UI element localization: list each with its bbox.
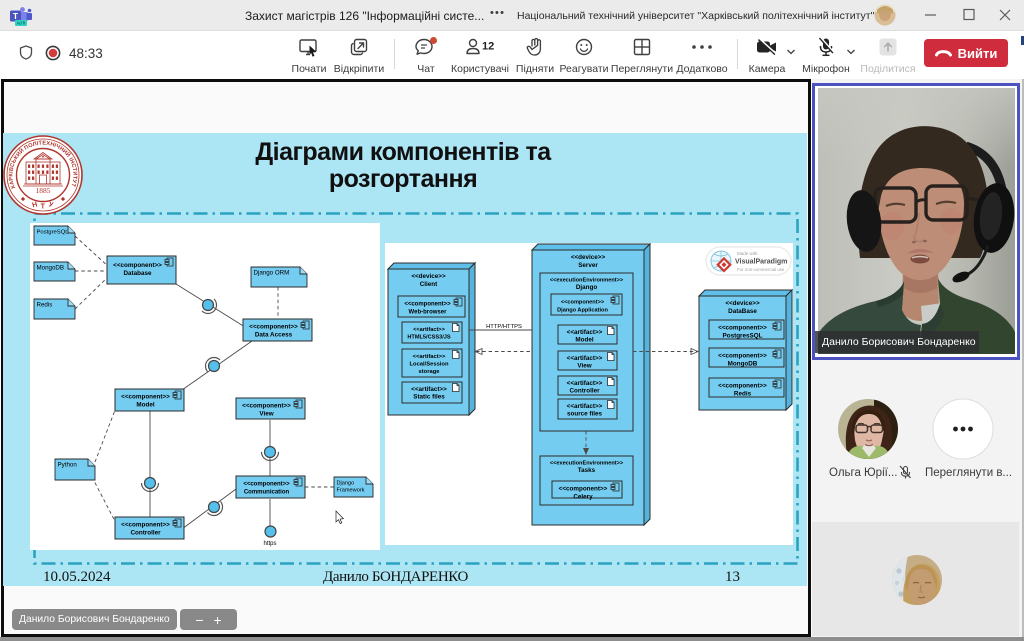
- svg-text:<<device>>: <<device>>: [411, 273, 446, 280]
- svg-text:Django: Django: [576, 284, 597, 291]
- svg-text:<<artifact>>: <<artifact>>: [567, 329, 603, 336]
- svg-text:T: T: [13, 11, 19, 21]
- svg-text:Model: Model: [575, 337, 593, 344]
- svg-text:Redis: Redis: [734, 391, 752, 398]
- svg-text:Web-browser: Web-browser: [409, 310, 448, 316]
- svg-text:Client: Client: [420, 281, 438, 288]
- svg-text:Ad fr: Ad fr: [17, 21, 26, 26]
- svg-text:12: 12: [482, 41, 494, 53]
- svg-text:https: https: [263, 541, 276, 547]
- svg-text:<<component>>: <<component>>: [404, 302, 451, 308]
- svg-text:HTML5/CSS3/JS: HTML5/CSS3/JS: [407, 335, 450, 341]
- svg-text:<<artifact>>: <<artifact>>: [567, 380, 603, 387]
- svg-text:Tasks: Tasks: [578, 467, 596, 474]
- svg-text:Database: Database: [123, 270, 151, 277]
- svg-text:HTTP/HTTPS: HTTP/HTTPS: [486, 324, 522, 330]
- svg-text:<<component>>: <<component>>: [113, 262, 162, 269]
- svg-text:source files: source files: [567, 411, 602, 418]
- svg-text:Static files: Static files: [413, 394, 445, 401]
- svg-text:storage: storage: [419, 369, 441, 375]
- svg-text:<<component>>: <<component>>: [249, 324, 298, 331]
- svg-text:MongoDB: MongoDB: [37, 265, 65, 272]
- svg-text:Framework: Framework: [337, 488, 365, 494]
- svg-text:<<artifact>>: <<artifact>>: [567, 355, 603, 362]
- svg-text:View: View: [259, 411, 273, 418]
- svg-text:<<artifact>>: <<artifact>>: [413, 327, 445, 333]
- svg-text:Django: Django: [337, 481, 355, 487]
- svg-text:<<executionEnvironment>>: <<executionEnvironment>>: [550, 461, 624, 467]
- svg-text:For non-commercial use: For non-commercial use: [737, 267, 785, 272]
- svg-text:<<component>>: <<component>>: [243, 482, 290, 488]
- svg-text:<<artifact>>: <<artifact>>: [567, 403, 603, 410]
- svg-text:<<component>>: <<component>>: [121, 522, 170, 529]
- svg-text:Python: Python: [58, 462, 78, 469]
- svg-text:Т: Т: [41, 204, 46, 211]
- svg-text:Data Access: Data Access: [255, 332, 293, 339]
- svg-text:<<device>>: <<device>>: [725, 300, 760, 307]
- svg-text:PostgresSQL: PostgresSQL: [723, 333, 763, 340]
- svg-text:<<component>>: <<component>>: [561, 300, 605, 306]
- svg-text:Django Application: Django Application: [557, 308, 608, 314]
- svg-text:Local/Session: Local/Session: [410, 362, 449, 368]
- svg-text:Server: Server: [578, 262, 598, 269]
- svg-text:Celery: Celery: [573, 494, 593, 501]
- svg-text:Controller: Controller: [130, 530, 161, 537]
- svg-text:<<executionEnvironment>>: <<executionEnvironment>>: [550, 278, 624, 284]
- svg-text:<<device>>: <<device>>: [571, 254, 606, 261]
- svg-text:<<artifact>>: <<artifact>>: [413, 354, 446, 360]
- svg-text:<<component>>: <<component>>: [718, 353, 767, 360]
- svg-text:<<artifact>>: <<artifact>>: [411, 386, 447, 393]
- svg-text:Made with: Made with: [737, 251, 758, 256]
- svg-text:VisualParadigm: VisualParadigm: [735, 259, 787, 266]
- svg-text:MongoDB: MongoDB: [728, 361, 758, 368]
- svg-text:PostgreSQL: PostgreSQL: [37, 230, 70, 236]
- svg-text:<<component>>: <<component>>: [718, 325, 767, 332]
- svg-text:Controller: Controller: [569, 388, 600, 395]
- svg-text:<<component>>: <<component>>: [242, 403, 291, 410]
- svg-text:Communication: Communication: [244, 490, 290, 496]
- svg-text:<<component>>: <<component>>: [718, 383, 767, 390]
- svg-text:Redis: Redis: [37, 302, 53, 309]
- svg-text:<<component>>: <<component>>: [559, 486, 608, 493]
- svg-text:DataBase: DataBase: [728, 308, 757, 315]
- svg-text:View: View: [577, 363, 591, 370]
- svg-text:Django ORM: Django ORM: [254, 270, 290, 277]
- svg-text:<<component>>: <<component>>: [121, 394, 170, 401]
- svg-text:Model: Model: [136, 402, 154, 409]
- svg-text:1885: 1885: [36, 186, 51, 195]
